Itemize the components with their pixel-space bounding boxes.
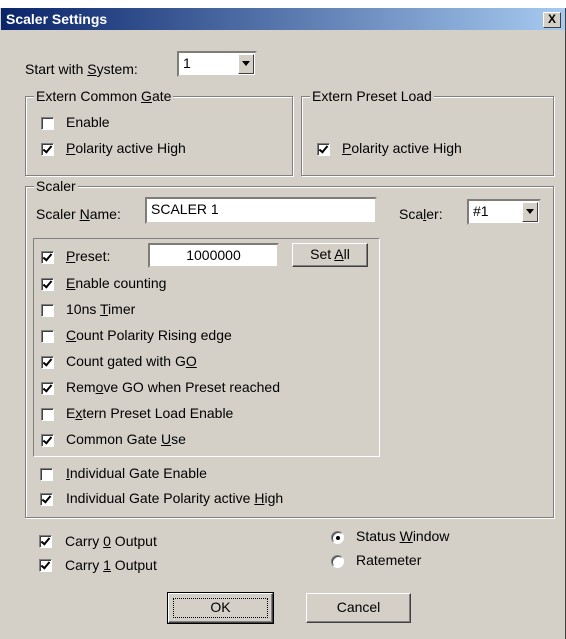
option-checkbox[interactable] [41,356,54,369]
scaler-group: Scaler Scaler Name: SCALER 1 Scaler: #1 … [25,178,554,518]
start-system-label: Start with System: [25,61,138,77]
scaler-select-value: #1 [473,203,489,219]
option-label: 10ns Timer [66,301,136,317]
scaler-select-label: Scaler: [399,206,443,222]
cancel-button[interactable]: Cancel [306,593,411,623]
start-system-select[interactable]: 1 [177,51,257,77]
scaler-group-title: Scaler [34,178,78,194]
scaler-select[interactable]: #1 [467,199,541,225]
option-checkbox[interactable] [41,278,54,291]
option-checkbox[interactable] [41,434,54,447]
carry-1-label: Carry 1 Output [65,557,157,573]
option-checkbox[interactable] [41,408,54,421]
focus-rect [173,598,268,618]
preset-input[interactable]: 1000000 [148,243,279,268]
extern-preset-polarity-checkbox[interactable] [317,143,330,156]
option-checkbox[interactable] [41,382,54,395]
individual-gate-enable-checkbox[interactable] [40,468,53,481]
option-label: Remove GO when Preset reached [66,379,281,395]
preset-label: Preset: [66,248,111,264]
start-system-value: 1 [183,55,191,71]
extern-preset-load-title: Extern Preset Load [310,88,434,104]
option-checkbox[interactable] [41,330,54,343]
extern-common-gate-group: Extern Common Gate Enable Polarity activ… [25,88,293,176]
title-bar[interactable]: Scaler Settings X [1,8,565,30]
scaler-name-input[interactable]: SCALER 1 [145,197,377,224]
option-label: Extern Preset Load Enable [66,405,234,421]
ok-button[interactable]: OK [167,592,274,624]
individual-gate-polarity-checkbox[interactable] [40,493,53,506]
extern-preset-load-group: Extern Preset Load Polarity active High [301,88,554,176]
extern-gate-enable-label: Enable [66,114,110,130]
carry-0-checkbox[interactable] [39,535,52,548]
extern-gate-enable-checkbox[interactable] [41,117,54,130]
status-window-radio[interactable] [331,531,344,544]
option-label: Enable counting [66,275,167,291]
extern-gate-polarity-checkbox[interactable] [41,143,54,156]
ratemeter-radio[interactable] [331,555,344,568]
carry-0-label: Carry 0 Output [65,533,157,549]
status-window-label: Status Window [356,528,450,544]
scaler-settings-dialog: Scaler Settings X Start with System: 1 E… [0,8,566,639]
window-title: Scaler Settings [6,11,108,27]
option-label: Count Polarity Rising edge [66,327,232,343]
option-checkbox[interactable] [41,304,54,317]
option-label: Common Gate Use [66,431,186,447]
option-label: Count gated with GO [66,353,197,369]
set-all-button[interactable]: Set All [292,243,368,267]
extern-common-gate-title: Extern Common Gate [34,88,174,104]
preset-checkbox[interactable] [41,251,54,264]
individual-gate-polarity-label: Individual Gate Polarity active High [66,490,284,506]
extern-preset-polarity-label: Polarity active High [342,140,462,156]
close-button[interactable]: X [543,12,561,28]
chevron-down-icon[interactable] [522,202,538,222]
scaler-options-panel: Preset: 1000000 Set All Enable counting … [33,238,380,457]
scaler-name-label: Scaler Name: [36,206,121,222]
extern-gate-polarity-label: Polarity active High [66,140,186,156]
chevron-down-icon[interactable] [238,54,254,74]
ratemeter-label: Ratemeter [356,552,422,568]
individual-gate-enable-label: Individual Gate Enable [66,465,207,481]
carry-1-checkbox[interactable] [39,559,52,572]
